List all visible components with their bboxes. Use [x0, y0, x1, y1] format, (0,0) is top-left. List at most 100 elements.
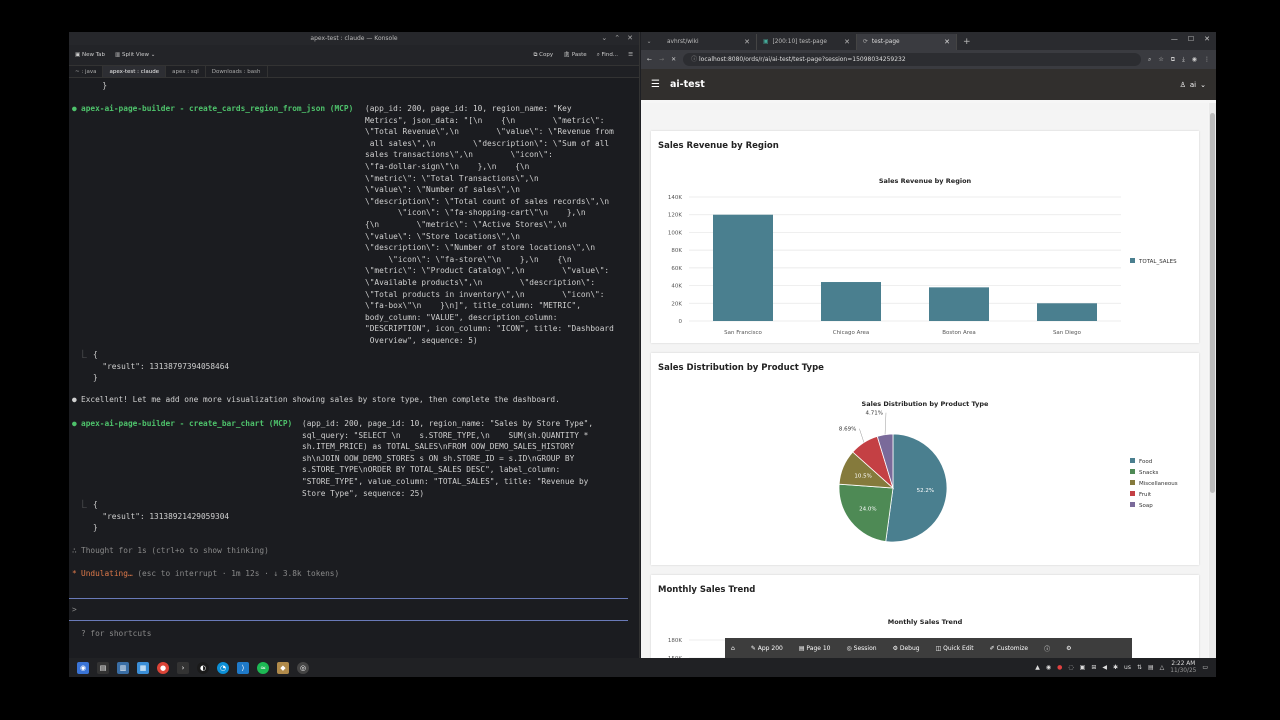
home-icon[interactable]: ⌂ [731, 645, 735, 652]
output-line: } [93, 523, 98, 533]
close-icon[interactable]: ✕ [627, 32, 633, 45]
devbar-session-button[interactable]: ◎ Session [847, 645, 877, 652]
devbar-customize-button[interactable]: ✐ Customize [990, 645, 1028, 652]
clipboard-icon[interactable]: ▤ [1148, 664, 1154, 671]
close-tab-icon[interactable]: ✕ [844, 38, 850, 46]
tray-icon[interactable]: ◉ [1046, 664, 1051, 671]
bar[interactable] [1037, 303, 1097, 321]
bar[interactable] [929, 287, 989, 321]
clock-time: 2:22 AM [1171, 660, 1196, 667]
hamburger-menu-icon[interactable]: ☰ [651, 79, 660, 90]
leader-line [884, 412, 887, 435]
tray-icon[interactable]: ◌ [1068, 664, 1073, 671]
bar[interactable] [713, 214, 773, 321]
notifications-icon[interactable]: △ [1160, 664, 1165, 671]
devbar-page-button[interactable]: ▤ Page 10 [799, 645, 831, 652]
legend-label[interactable]: TOTAL_SALES [1138, 259, 1177, 265]
bookmark-icon[interactable]: ☆ [1158, 56, 1163, 63]
output-line: \"fa-dollar-sign\"\n },\n {\n [365, 162, 530, 171]
tab-list-icon[interactable]: ⌄ [641, 34, 657, 50]
copy-button[interactable]: ⧉ Copy [533, 52, 553, 59]
volume-icon[interactable]: ◀ [1102, 664, 1107, 671]
new-tab-button[interactable]: ▣ New Tab [75, 52, 105, 58]
launcher-icon[interactable]: ◉ [77, 661, 89, 674]
forward-icon[interactable]: → [659, 56, 664, 63]
tray-icon[interactable]: ⊞ [1091, 664, 1096, 671]
new-tab-icon[interactable]: + [957, 34, 977, 50]
tray-icon[interactable]: ▲ [1035, 664, 1040, 671]
maximize-icon[interactable]: ⌃ [614, 32, 620, 45]
menu-icon[interactable]: ⋮ [1204, 56, 1210, 63]
bluetooth-icon[interactable]: ✱ [1113, 664, 1118, 671]
split-view-button[interactable]: ▥ Split View ⌄ [115, 52, 155, 58]
terminal-tab[interactable]: apex : sql [166, 66, 206, 77]
y-tick-label: 20K [671, 301, 682, 307]
downloads-icon[interactable]: ⤓ [1182, 56, 1185, 64]
legend-label[interactable]: Snacks [1139, 470, 1159, 476]
legend-label[interactable]: Food [1139, 459, 1152, 465]
chrome-icon[interactable]: ● [157, 661, 169, 674]
tray-icon[interactable]: ● [1057, 664, 1062, 671]
paste-button[interactable]: 📋︎ Paste [563, 52, 587, 58]
maximize-icon[interactable]: ☐ [1188, 35, 1194, 43]
hamburger-menu-icon[interactable]: ☰ [628, 52, 633, 58]
network-icon[interactable]: ⇅ [1137, 664, 1142, 671]
close-icon[interactable]: ✕ [1204, 35, 1210, 43]
close-tab-icon[interactable]: ✕ [944, 38, 950, 46]
browser-tab[interactable]: ▣ [200:10] test-page ✕ [757, 34, 857, 50]
pie-slice[interactable] [838, 483, 894, 542]
prompt-input[interactable]: > [69, 598, 628, 621]
app-icon[interactable]: ◆ [277, 661, 289, 674]
app-icon[interactable]: ◎ [297, 661, 309, 674]
password-manager-icon[interactable]: ◐ [197, 661, 209, 674]
close-tab-icon[interactable]: ✕ [744, 38, 750, 46]
url-field[interactable]: ⓘ localhost:8080/ords/r/ai/ai-test/test-… [683, 53, 1142, 66]
terminal-icon[interactable]: › [177, 661, 189, 674]
profile-icon[interactable]: ◉ [1192, 56, 1197, 63]
browser-tab[interactable]: ⟳ test-page ✕ [857, 34, 957, 50]
legend-label[interactable]: Miscellaneous [1139, 481, 1178, 487]
devbar-quick-edit-button[interactable]: ◫ Quick Edit [936, 645, 974, 652]
output-line: sql_query: "SELECT \n s.STORE_TYPE,\n SU… [302, 430, 589, 440]
edge-icon[interactable]: ◔ [217, 661, 229, 674]
taskbar: ◉ ▤ ▥ ▦ ● › ◐ ◔ ⟩ ≈ ◆ ◎ ▲ ◉ ● ◌ ▣ ⊞ ◀ ✱ … [69, 658, 1216, 677]
back-icon[interactable]: ← [647, 56, 652, 63]
terminal-tab[interactable]: apex-test : claude [103, 66, 167, 77]
result-bracket: ⎿ [79, 500, 87, 509]
info-icon[interactable]: ⓘ [1044, 644, 1050, 653]
window-title: apex-test : claude — Konsole [310, 35, 398, 42]
vscode-icon[interactable]: ⟩ [237, 661, 249, 674]
search-icon[interactable]: ⌕ [1148, 56, 1151, 64]
page-scrollbar[interactable] [1209, 103, 1216, 658]
legend-label[interactable]: Fruit [1139, 492, 1152, 498]
file-manager-icon[interactable]: ▦ [137, 661, 149, 674]
minimize-icon[interactable]: ⌄ [601, 32, 607, 45]
show-desktop-icon[interactable]: ▭ [1202, 664, 1208, 671]
favicon-icon: ▣ [763, 39, 769, 45]
devbar-debug-button[interactable]: ⚙ Debug [893, 645, 920, 652]
system-settings-icon[interactable]: ▥ [117, 661, 129, 674]
spotify-icon[interactable]: ≈ [257, 661, 269, 674]
scrollbar-thumb[interactable] [1210, 113, 1215, 493]
devbar-app-button[interactable]: ✎ App 200 [751, 645, 783, 652]
browser-tab[interactable]: avhrst/wiki ✕ [657, 34, 757, 50]
gear-icon[interactable]: ⚙ [1066, 645, 1071, 652]
user-menu[interactable]: ♙ ai ⌄ [1180, 81, 1206, 89]
reload-icon[interactable]: ✕ [671, 56, 676, 63]
bar[interactable] [821, 282, 881, 321]
desktop-pager-icon[interactable]: ▤ [97, 661, 109, 674]
tray-icon[interactable]: ▣ [1080, 664, 1086, 671]
y-tick-label: 140K [668, 195, 682, 201]
legend-label[interactable]: Soap [1139, 503, 1153, 509]
y-tick-label: 60K [671, 266, 682, 272]
clock[interactable]: 2:22 AM 11/30/25 [1170, 661, 1196, 675]
terminal-tab[interactable]: ~ : java [69, 66, 104, 77]
minimize-icon[interactable]: — [1171, 35, 1178, 43]
locale-indicator[interactable]: us [1124, 664, 1131, 671]
find-button[interactable]: ⌕ Find... [597, 52, 618, 59]
konsole-titlebar: apex-test : claude — Konsole ⌄ ⌃ ✕ [69, 32, 639, 45]
slice-label: 24.0% [859, 506, 876, 512]
extensions-icon[interactable]: ⧉ [1171, 56, 1175, 64]
status-line: Undulating… (esc to interrupt · 1m 12s ·… [81, 569, 340, 578]
terminal-tab[interactable]: Downloads : bash [206, 66, 268, 77]
